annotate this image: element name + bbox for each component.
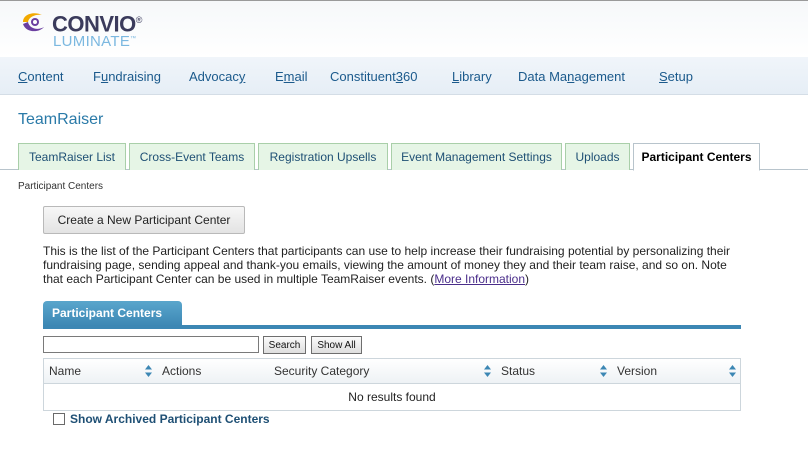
show-archived-checkbox[interactable] [53, 413, 65, 425]
column-status[interactable]: Status [501, 364, 535, 378]
description-suffix: ) [525, 272, 530, 286]
show-archived-label[interactable]: Show Archived Participant Centers [70, 412, 270, 426]
search-button[interactable]: Search [263, 336, 306, 354]
description-text: This is the list of the Participant Cent… [43, 244, 731, 286]
panel-title: Participant Centers [43, 301, 182, 326]
page-title: TeamRaiser [18, 111, 104, 128]
description: This is the list of the Participant Cent… [43, 244, 743, 286]
tab-registration-upsells[interactable]: Registration Upsells [258, 143, 388, 170]
table-header: Name Actions Security Category Status Ve… [44, 359, 740, 384]
convio-swirl-icon [23, 13, 44, 32]
nav-setup[interactable]: Setup [659, 69, 693, 84]
product-name: LUMINATE [53, 33, 131, 50]
nav-fundraising[interactable]: Fundraising [93, 69, 161, 84]
main-nav: Content Fundraising Advocacy Email Const… [0, 57, 808, 95]
create-participant-center-button[interactable]: Create a New Participant Center [43, 206, 245, 234]
column-version[interactable]: Version [617, 364, 657, 378]
tab-uploads[interactable]: Uploads [565, 143, 630, 170]
sort-icon[interactable] [728, 364, 737, 378]
sort-icon[interactable] [483, 364, 492, 378]
panel-rule [43, 325, 741, 329]
no-results-message: No results found [348, 390, 436, 404]
nav-constituent360[interactable]: Constituent360 [330, 69, 417, 84]
more-information-link[interactable]: More Information [434, 272, 525, 286]
search-input[interactable] [43, 336, 259, 353]
tab-teamraiser-list[interactable]: TeamRaiser List [18, 143, 126, 170]
nav-library[interactable]: Library [452, 69, 492, 84]
nav-advocacy[interactable]: Advocacy [189, 69, 245, 84]
tab-cross-event-teams[interactable]: Cross-Event Teams [129, 143, 255, 170]
tab-event-management-settings[interactable]: Event Management Settings [391, 143, 562, 170]
column-name[interactable]: Name [49, 364, 81, 378]
sort-icon[interactable] [144, 364, 153, 378]
show-all-button[interactable]: Show All [311, 336, 362, 354]
convio-logo[interactable]: CONVIO® LUMINATE™ [20, 8, 170, 50]
breadcrumb: Participant Centers [18, 181, 104, 192]
nav-content[interactable]: Content [18, 69, 64, 84]
column-security-category[interactable]: Security Category [274, 364, 369, 378]
nav-email[interactable]: Email [275, 69, 308, 84]
sort-icon[interactable] [599, 364, 608, 378]
app-header: CONVIO® LUMINATE™ [0, 0, 808, 57]
participant-centers-table: Name Actions Security Category Status Ve… [43, 358, 741, 411]
nav-data-management[interactable]: Data Management [518, 69, 625, 84]
column-actions: Actions [162, 364, 202, 378]
tab-participant-centers[interactable]: Participant Centers [633, 143, 760, 171]
